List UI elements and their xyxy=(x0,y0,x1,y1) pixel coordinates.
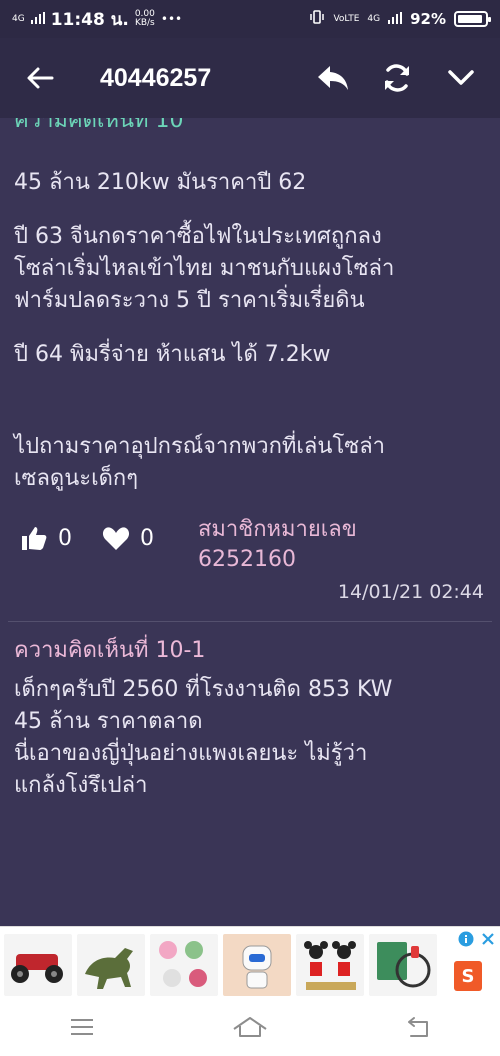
system-nav-bar xyxy=(0,1002,500,1056)
volte-indicator: VoLTE xyxy=(333,13,360,24)
member-label: สมาชิกหมายเลข xyxy=(198,517,357,542)
ad-item-mickey[interactable] xyxy=(296,933,364,996)
more-notifications: ••• xyxy=(160,12,183,26)
comment-10: ความคิดเห็นที่ 10 45 ล้าน 210kw มันราคาป… xyxy=(0,118,500,495)
comment-line: โซล่าเริ่มไหลเข้าไทย มาชนกับแผงโซล่า xyxy=(14,256,395,281)
network-indicator-right: 4G xyxy=(367,13,381,24)
comment-line: 45 ล้าน 210kw มันราคาปี 62 xyxy=(14,170,307,195)
heart-button[interactable]: 0 xyxy=(102,525,154,551)
thumbs-up-icon xyxy=(22,527,47,550)
menu-icon[interactable] xyxy=(69,1017,95,1041)
status-bar: 4G 11:48 น. 0.00 KB/s ••• VoLTE 4G 92% xyxy=(0,0,500,38)
comment-heading: ความคิดเห็นที่ 10-1 xyxy=(14,638,206,663)
reply-icon[interactable] xyxy=(310,55,356,101)
shopee-logo-icon[interactable]: S xyxy=(454,961,482,991)
comment-list[interactable]: ความคิดเห็นที่ 10 45 ล้าน 210kw มันราคาป… xyxy=(0,118,500,926)
ad-banner[interactable]: S xyxy=(0,926,500,1002)
comment-meta: 0 0 สมาชิกหมายเลข 6252160 xyxy=(0,515,500,575)
ad-item-dinosaur[interactable] xyxy=(77,933,145,996)
vibrate-icon xyxy=(309,9,325,29)
chevron-down-icon[interactable] xyxy=(438,55,484,101)
comment-10-1: ความคิดเห็นที่ 10-1 เด็กๆครับปี 2560 ที่… xyxy=(0,636,500,802)
clock: 11:48 น. xyxy=(50,9,129,30)
comment-body: 45 ล้าน 210kw มันราคาปี 62 ปี 63 จีนกดรา… xyxy=(14,167,486,495)
comment-line: ไปถามราคาอุปกรณ์จากพวกที่เล่นโซล่า xyxy=(14,434,386,459)
net-speed-unit: KB/s xyxy=(134,18,155,28)
ad-item-figures[interactable] xyxy=(150,933,218,996)
comment-line: แกล้งโง่รึเปล่า xyxy=(14,773,148,798)
battery-icon xyxy=(454,11,491,27)
comment-heading: ความคิดเห็นที่ 10 xyxy=(14,118,184,133)
member-link[interactable]: สมาชิกหมายเลข 6252160 xyxy=(198,515,357,575)
like-button[interactable]: 0 xyxy=(20,525,72,551)
refresh-icon[interactable] xyxy=(374,55,420,101)
back-arrow-icon[interactable] xyxy=(0,38,80,118)
network-indicator: 4G xyxy=(12,13,25,24)
comment-line: เซลดูนะเด็กๆ xyxy=(14,466,139,491)
comment-line: 45 ล้าน ราคาตลาด xyxy=(14,709,203,734)
comment-line: นี่เอาของญี่ปุ่นอย่างแพงเลยนะ ไม่รู้ว่า xyxy=(14,741,368,766)
comment-line: ปี 64 พิมรี่จ่าย ห้าแสน ได้ 7.2kw xyxy=(14,342,331,367)
ad-item-robot[interactable] xyxy=(223,933,291,996)
heart-count: 0 xyxy=(140,525,154,551)
comment-line: ปี 63 จีนกดราคาซื้อไฟในประเทศถูกลง xyxy=(14,224,382,249)
signal-icon xyxy=(30,10,45,28)
topic-id-title: 40446257 xyxy=(100,63,212,92)
signal-icon-right xyxy=(388,10,403,28)
battery-percent: 92% xyxy=(410,10,446,28)
info-icon[interactable] xyxy=(458,931,474,947)
like-count: 0 xyxy=(58,525,72,551)
member-number: 6252160 xyxy=(198,547,296,572)
back-icon[interactable] xyxy=(405,1016,431,1042)
ad-controls xyxy=(458,931,496,947)
ad-item-rc-car[interactable] xyxy=(4,933,72,996)
comment-timestamp: 14/01/21 02:44 xyxy=(337,581,484,603)
home-icon[interactable] xyxy=(232,1015,268,1043)
net-speed: 0.00 KB/s xyxy=(135,10,155,28)
top-toolbar: 40446257 xyxy=(0,38,500,118)
comment-line: เด็กๆครับปี 2560 ที่โรงงานติด 853 KW xyxy=(14,677,393,702)
shopee-letter: S xyxy=(461,965,475,987)
divider xyxy=(8,621,492,622)
ad-item-game-controller[interactable] xyxy=(369,933,437,996)
heart-icon xyxy=(102,527,130,550)
close-icon[interactable] xyxy=(480,931,496,947)
comment-line: ฟาร์มปลดระวาง 5 ปี ราคาเริ่มเรี่ยดิน xyxy=(14,288,365,313)
